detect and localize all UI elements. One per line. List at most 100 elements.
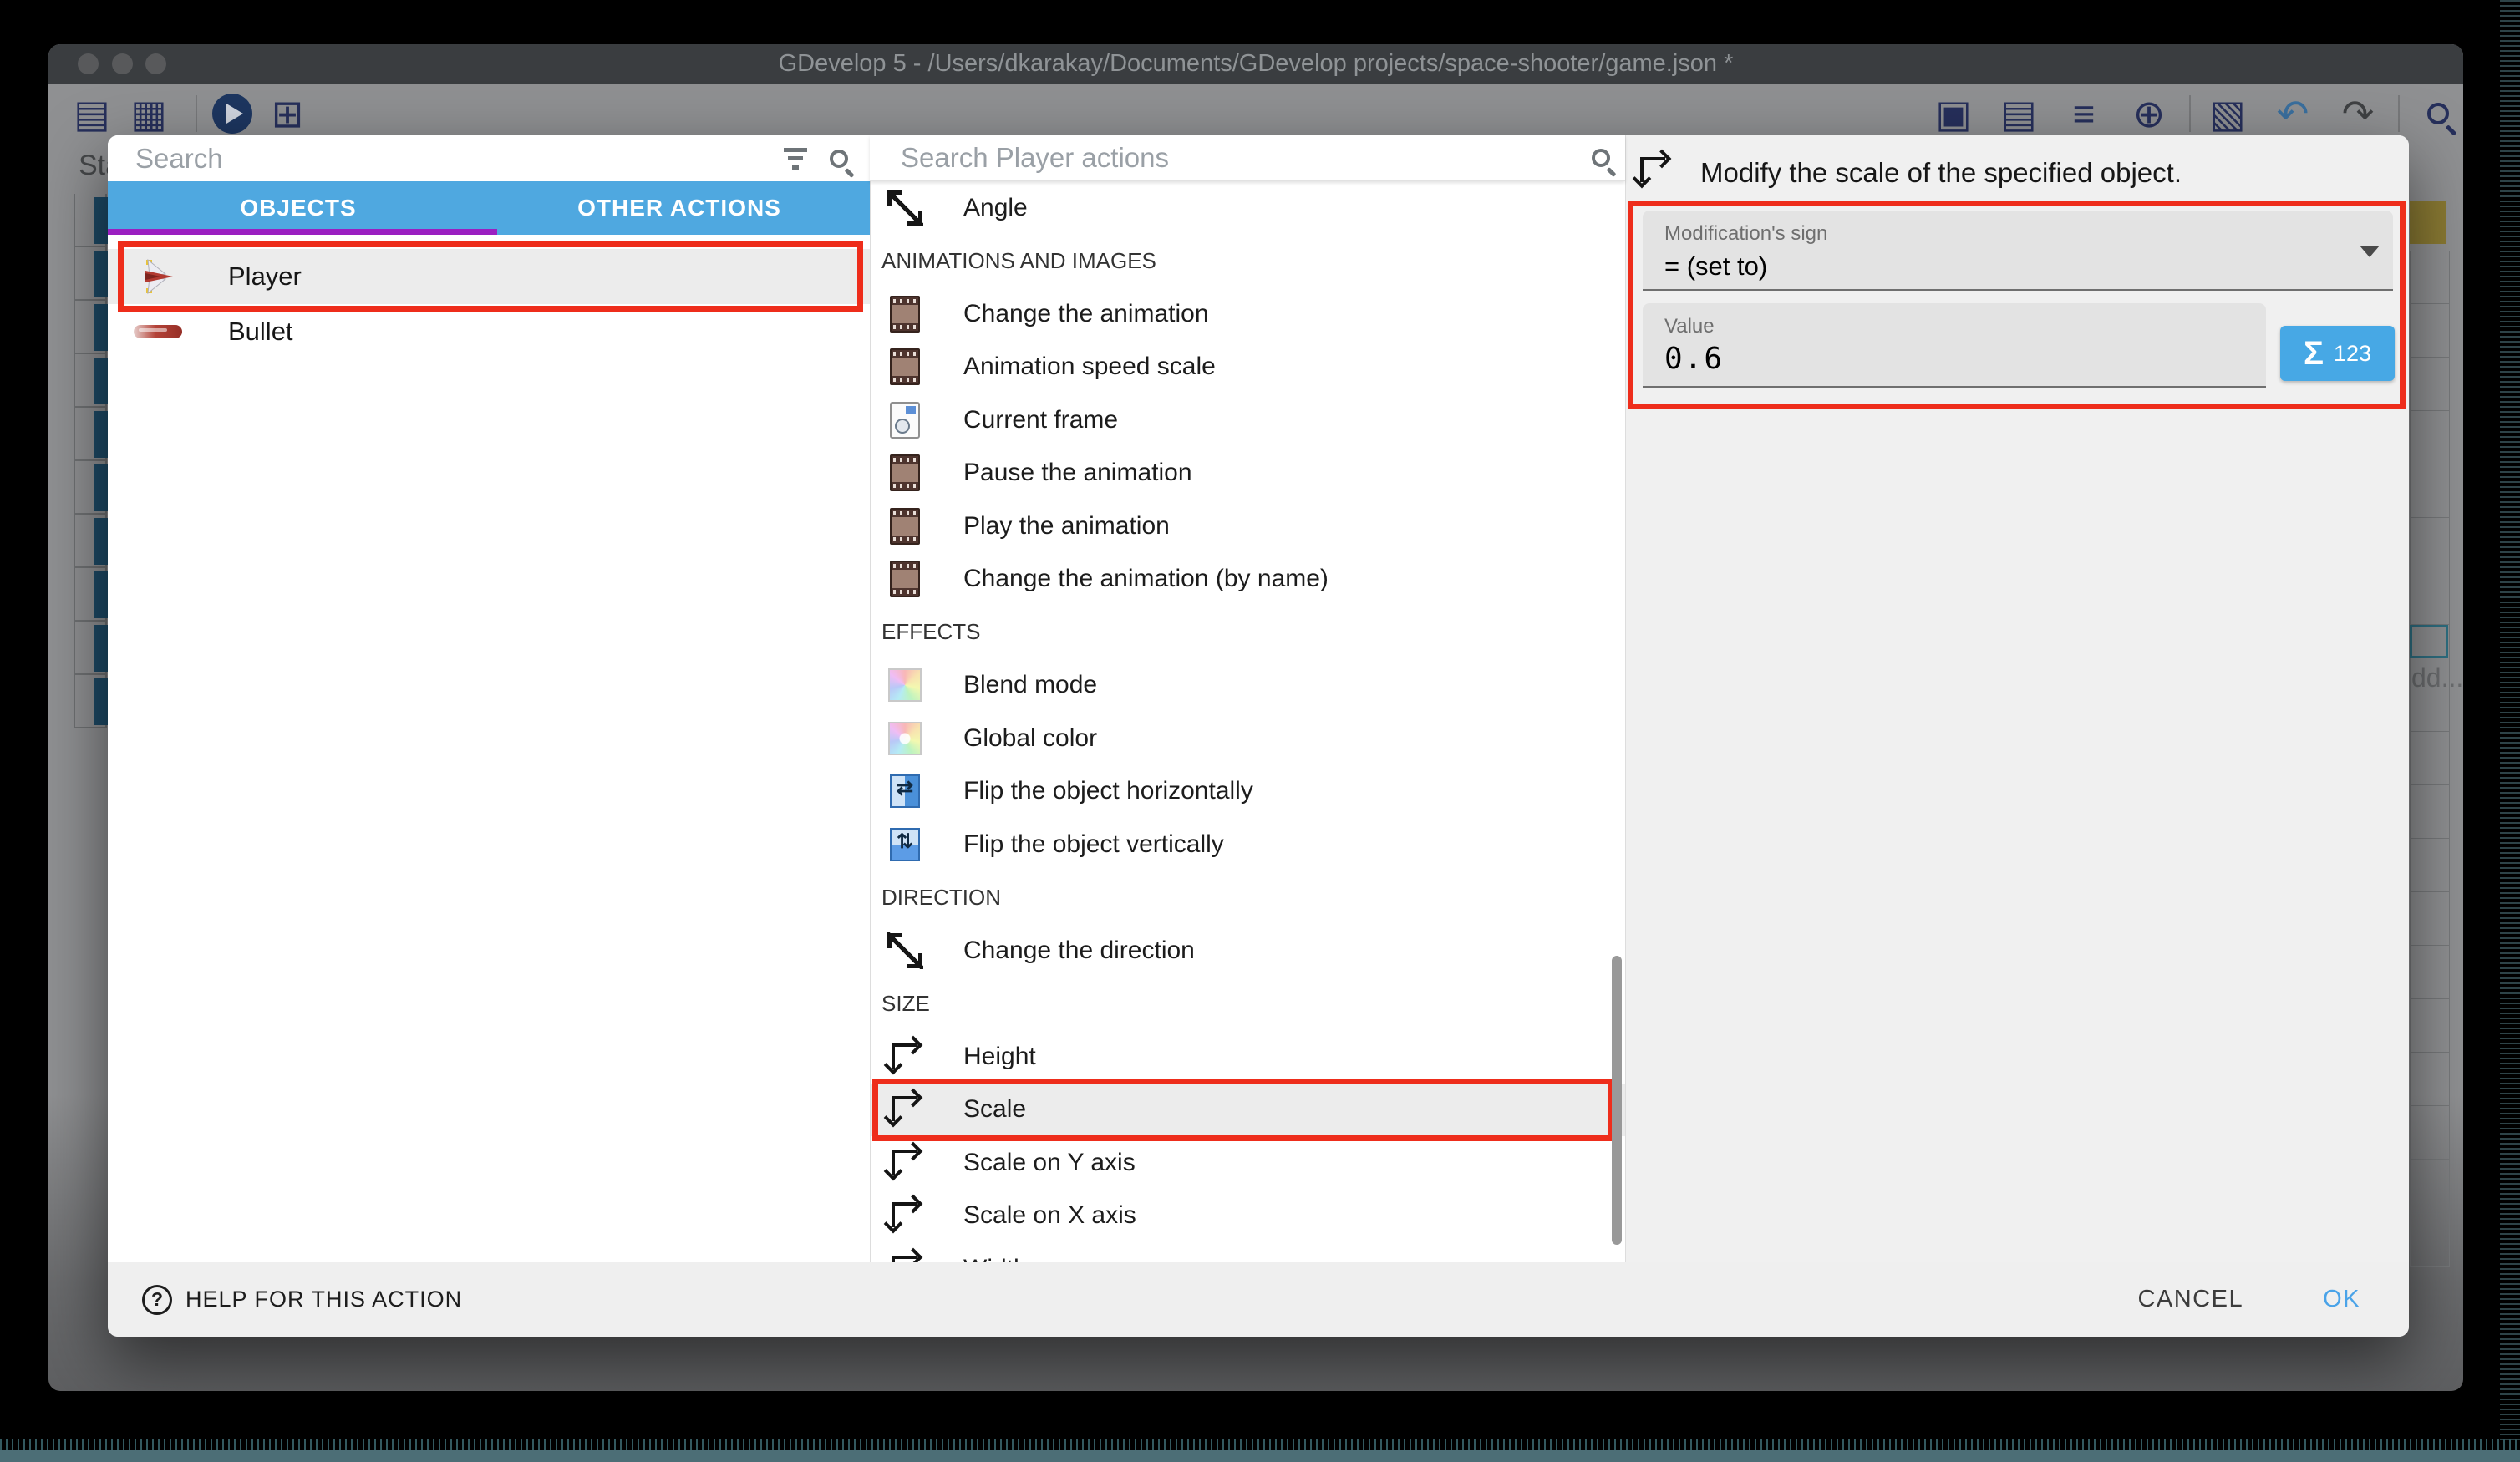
action-label: Flip the object horizontally	[963, 777, 1253, 805]
scale-action-icon	[1637, 154, 1670, 187]
action-row[interactable]: Height	[870, 1030, 1625, 1084]
objects-tabs: OBJECTS OTHER ACTIONS	[108, 181, 870, 235]
objects-list: Player Bullet	[108, 235, 870, 1262]
action-label: Flip the object vertically	[963, 830, 1224, 859]
scale-icon	[887, 1145, 923, 1181]
action-inspector-panel: Modify the scale of the specified object…	[1625, 135, 2409, 1262]
action-row[interactable]: Scale on Y axis	[870, 1136, 1625, 1190]
objects-search-row	[108, 135, 870, 181]
expression-editor-button[interactable]: Σ 123	[2280, 326, 2395, 381]
action-label: Height	[963, 1043, 1036, 1071]
actions-scrollbar-thumb[interactable]	[1612, 956, 1622, 1245]
value-input-field[interactable]: Value 0.6	[1643, 303, 2266, 388]
action-label: Width	[963, 1255, 1028, 1262]
search-icon	[1592, 149, 1610, 167]
redo-icon[interactable]: ↷	[2335, 92, 2381, 135]
field-label: Modification's sign	[1664, 222, 2393, 246]
delete-selection-icon[interactable]: ▧	[2204, 92, 2251, 135]
desktop-edge-texture	[2500, 0, 2520, 1440]
action-row[interactable]: Blend mode	[870, 659, 1625, 713]
action-row[interactable]: Change the direction	[870, 924, 1625, 977]
field-label: Value	[1664, 315, 2266, 338]
action-row[interactable]: Current frame	[870, 393, 1625, 447]
action-row[interactable]: Flip the object vertically	[870, 818, 1625, 871]
tab-objects[interactable]: OBJECTS	[108, 181, 489, 235]
fliph-icon	[887, 773, 923, 810]
object-row[interactable]: Bullet	[108, 304, 870, 359]
object-row[interactable]: Player	[108, 249, 870, 304]
angle-icon	[887, 932, 923, 969]
film-icon	[887, 296, 923, 333]
search-icon	[830, 150, 848, 168]
add-comment-icon[interactable]: ≡	[2060, 92, 2107, 135]
titlebar: GDevelop 5 - /Users/dkarakay/Documents/G…	[48, 44, 2463, 84]
background-add-label: dd...	[2411, 662, 2463, 693]
spaceship-icon	[140, 258, 176, 295]
action-editor-dialog: OBJECTS OTHER ACTIONS Player Bullet Angl…	[108, 135, 2409, 1337]
ok-button[interactable]: OK	[2323, 1286, 2360, 1313]
actions-search-input[interactable]	[901, 142, 1592, 174]
action-row[interactable]: Width	[870, 1242, 1625, 1262]
action-label: Change the animation (by name)	[963, 565, 1329, 593]
help-button[interactable]: ? HELP FOR THIS ACTION	[142, 1285, 462, 1315]
dialog-footer: ? HELP FOR THIS ACTION CANCEL OK	[108, 1262, 2409, 1337]
tab-other-actions[interactable]: OTHER ACTIONS	[489, 181, 870, 235]
window-title: GDevelop 5 - /Users/dkarakay/Documents/G…	[48, 44, 2463, 84]
action-label: Change the direction	[963, 937, 1195, 965]
toolbar-divider	[2398, 95, 2400, 132]
angle-icon	[887, 190, 923, 226]
background-yellow-block	[2410, 201, 2446, 244]
action-row[interactable]: Play the animation	[870, 500, 1625, 553]
action-row[interactable]: Scale	[870, 1084, 1625, 1137]
play-preview-icon[interactable]	[212, 94, 252, 134]
action-row[interactable]: Angle	[870, 181, 1625, 235]
inspector-title: Modify the scale of the specified object…	[1700, 157, 2182, 189]
action-row[interactable]: Scale on X axis	[870, 1190, 1625, 1243]
scene-editor-icon[interactable]: ▦	[125, 92, 172, 135]
undo-icon[interactable]: ↶	[2269, 92, 2316, 135]
desktop-background: GDevelop 5 - /Users/dkarakay/Documents/G…	[0, 0, 2520, 1462]
objects-panel: OBJECTS OTHER ACTIONS Player Bullet	[108, 135, 870, 1262]
action-row[interactable]: Flip the object horizontally	[870, 765, 1625, 819]
chevron-down-icon	[2360, 246, 2380, 257]
help-circle-icon: ?	[142, 1285, 172, 1315]
scale-icon	[887, 1091, 923, 1128]
actions-list: Angle ANIMATIONS AND IMAGES Change the a…	[870, 181, 1625, 1262]
field-value: 0.6	[1664, 342, 2266, 376]
debug-icon[interactable]: ⊞	[264, 92, 311, 135]
film-icon	[887, 454, 923, 491]
action-section-header: SIZE	[870, 977, 1625, 1031]
action-label: Scale on Y axis	[963, 1149, 1136, 1177]
action-label: Blend mode	[963, 671, 1097, 699]
object-thumbnail	[133, 258, 183, 295]
action-label: Angle	[963, 194, 1028, 222]
scale-icon	[887, 1197, 923, 1234]
object-label: Player	[228, 261, 302, 292]
action-row[interactable]: Pause the animation	[870, 447, 1625, 500]
action-row[interactable]: Change the animation	[870, 287, 1625, 341]
panel-divider	[870, 135, 871, 1262]
action-section-header: DIRECTION	[870, 871, 1625, 925]
action-row[interactable]: Change the animation (by name)	[870, 553, 1625, 607]
search-events-icon[interactable]	[2415, 92, 2462, 135]
add-other-icon[interactable]: ⊕	[2126, 92, 2172, 135]
add-subevent-icon[interactable]: ▤	[1995, 92, 2042, 135]
add-event-icon[interactable]: ▣	[1930, 92, 1977, 135]
cancel-button[interactable]: CANCEL	[2137, 1286, 2243, 1313]
film-icon	[887, 348, 923, 385]
project-manager-icon[interactable]: ▤	[69, 92, 115, 135]
color-icon	[887, 720, 923, 757]
action-label: Scale on X axis	[963, 1201, 1136, 1230]
film-icon	[887, 508, 923, 545]
action-row[interactable]: Animation speed scale	[870, 341, 1625, 394]
objects-search-input[interactable]	[135, 143, 783, 175]
modification-sign-select[interactable]: Modification's sign = (set to)	[1643, 211, 2393, 291]
action-label: Animation speed scale	[963, 353, 1216, 381]
bullet-icon	[134, 325, 182, 338]
filter-icon[interactable]	[783, 148, 808, 170]
desktop-dock-bar	[0, 1450, 2520, 1462]
action-row[interactable]: Global color	[870, 712, 1625, 765]
action-label: Scale	[963, 1095, 1026, 1124]
object-thumbnail	[133, 325, 183, 338]
action-label: Current frame	[963, 406, 1118, 434]
